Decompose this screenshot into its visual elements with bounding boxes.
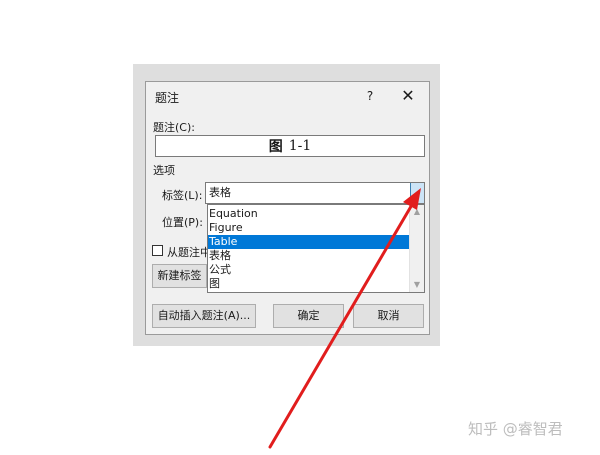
red-pointer-arrow bbox=[268, 188, 421, 449]
arrow-shaft bbox=[268, 201, 415, 449]
watermark: 知乎 @睿智君 bbox=[468, 420, 563, 438]
arrow-head bbox=[403, 188, 421, 210]
